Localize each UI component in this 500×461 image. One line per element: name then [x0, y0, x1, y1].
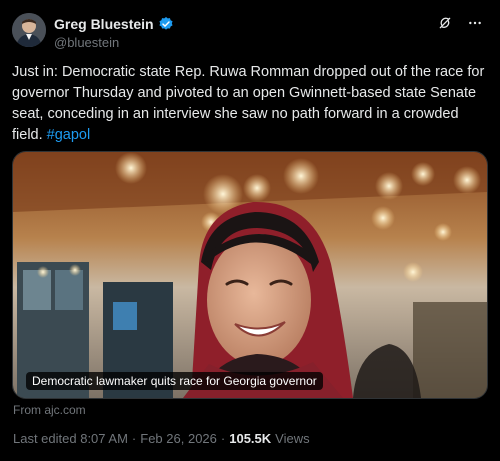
link-card-caption[interactable]: Democratic lawmaker quits race for Georg…: [26, 372, 323, 390]
views-label: Views: [275, 431, 310, 446]
views-count: 105.5K: [229, 431, 272, 446]
link-card-image[interactable]: Democratic lawmaker quits race for Georg…: [12, 151, 488, 399]
meta-separator-2: ·: [220, 431, 226, 446]
tweet-text: Just in: Democratic state Rep. Ruwa Romm…: [12, 62, 490, 146]
avatar-image: [12, 13, 46, 47]
author-block: Greg Bluestein @bluestein: [54, 15, 174, 50]
post-date[interactable]: Feb 26, 2026: [140, 431, 217, 446]
tweet-post: Greg Bluestein @bluestein Just in: Democ…: [0, 0, 500, 461]
header-actions: [436, 14, 484, 32]
link-source[interactable]: From ajc.com: [13, 403, 86, 417]
edited-timestamp[interactable]: Last edited 8:07 AM: [13, 431, 128, 446]
author-handle[interactable]: @bluestein: [54, 35, 174, 50]
avatar[interactable]: [12, 13, 46, 47]
author-name[interactable]: Greg Bluestein: [54, 16, 154, 32]
verified-badge-icon: [158, 16, 174, 32]
more-icon[interactable]: [466, 14, 484, 32]
author-name-row: Greg Bluestein: [54, 15, 174, 33]
tweet-meta: Last edited 8:07 AM · Feb 26, 2026 · 105…: [13, 431, 310, 446]
hashtag-link[interactable]: #gapol: [47, 127, 91, 143]
meta-separator: ·: [131, 431, 137, 446]
grok-icon[interactable]: [436, 14, 454, 32]
article-photo: [13, 152, 487, 398]
